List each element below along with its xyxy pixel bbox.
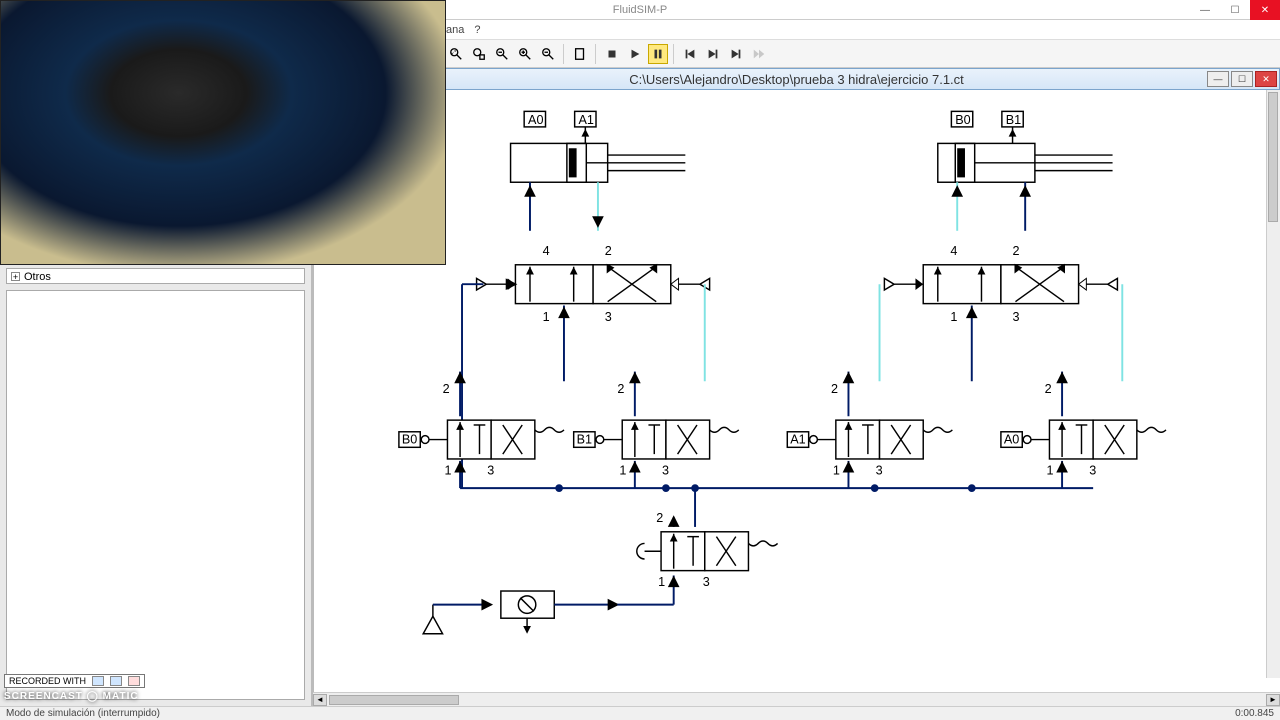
- svg-text:2: 2: [831, 382, 838, 396]
- skip-end-icon[interactable]: [726, 44, 746, 64]
- valve-3-2-B0: 2 B0 1 3: [399, 372, 564, 478]
- svg-text:1: 1: [833, 464, 840, 478]
- minimize-button[interactable]: —: [1190, 0, 1220, 20]
- step-forward-icon[interactable]: [703, 44, 723, 64]
- status-mode: Modo de simulación (interrumpido): [6, 708, 160, 719]
- horizontal-scrollbar[interactable]: ◄►: [313, 692, 1280, 706]
- cylinder-B: B0 B1: [938, 111, 1113, 182]
- maximize-button[interactable]: ☐: [1220, 0, 1250, 20]
- cyl-B-ports: [951, 182, 1031, 231]
- fast-forward-icon[interactable]: [749, 44, 769, 64]
- schematic-drawing: A0 A1 B0 B1: [314, 90, 1280, 692]
- svg-text:1: 1: [658, 575, 665, 589]
- valve-3-2-B1: 2 B1 1 3: [574, 372, 739, 478]
- svg-text:3: 3: [1089, 464, 1096, 478]
- svg-text:A1: A1: [579, 113, 594, 127]
- cylinder-A: A0 A1: [511, 111, 686, 182]
- doc-close-button[interactable]: ✕: [1255, 71, 1277, 87]
- svg-text:2: 2: [1045, 382, 1052, 396]
- skip-start-icon[interactable]: [680, 44, 700, 64]
- cyl-A-ports: [524, 182, 604, 231]
- svg-text:2: 2: [443, 382, 450, 396]
- svg-text:4: 4: [543, 244, 550, 258]
- svg-text:2: 2: [656, 511, 663, 525]
- air-source: [423, 575, 679, 633]
- svg-text:4: 4: [950, 244, 957, 258]
- stop-icon[interactable]: [602, 44, 622, 64]
- preview-panel: [6, 290, 305, 700]
- zoom-reset-icon[interactable]: [538, 44, 558, 64]
- svg-text:B1: B1: [577, 432, 592, 446]
- menu-item[interactable]: ana: [446, 24, 464, 36]
- svg-text:3: 3: [662, 464, 669, 478]
- webcam-overlay: [0, 0, 446, 265]
- svg-text:3: 3: [487, 464, 494, 478]
- svg-text:1: 1: [445, 464, 452, 478]
- doc-maximize-button[interactable]: ☐: [1231, 71, 1253, 87]
- valve-3-2-A0: 2 A0 1 3: [1001, 372, 1166, 478]
- pause-icon[interactable]: [648, 44, 668, 64]
- svg-text:B1: B1: [1006, 113, 1021, 127]
- valve-3-2-A1: 2 A1 1 3: [787, 372, 952, 478]
- tree-label: Otros: [24, 271, 51, 283]
- svg-text:1: 1: [950, 310, 957, 324]
- zoom-in-icon[interactable]: [515, 44, 535, 64]
- document-path: C:\Users\Alejandro\Desktop\prueba 3 hidr…: [629, 72, 964, 87]
- svg-text:2: 2: [1013, 244, 1020, 258]
- svg-text:A0: A0: [1004, 432, 1019, 446]
- recorder-badge: RECORDED WITH SCREENCAST ◯ MATIC: [4, 671, 145, 702]
- zoom-region-icon[interactable]: [469, 44, 489, 64]
- app-title: FluidSIM-P: [613, 4, 667, 16]
- svg-text:A0: A0: [528, 113, 543, 127]
- svg-text:1: 1: [1047, 464, 1054, 478]
- svg-text:3: 3: [605, 310, 612, 324]
- tree-item-otros[interactable]: + Otros: [6, 268, 305, 284]
- recorder-brand: SCREENCAST ◯ MATIC: [4, 691, 145, 702]
- svg-text:B0: B0: [955, 113, 970, 127]
- svg-text:2: 2: [617, 382, 624, 396]
- document-titlebar: C:\Users\Alejandro\Desktop\prueba 3 hidr…: [313, 68, 1280, 90]
- zoom-out-icon[interactable]: [492, 44, 512, 64]
- schematic-canvas[interactable]: A0 A1 B0 B1: [313, 90, 1280, 692]
- valve-3-2-start: 2 1 3: [637, 511, 778, 589]
- close-button[interactable]: ✕: [1250, 0, 1280, 20]
- svg-text:B0: B0: [402, 432, 417, 446]
- expand-icon: +: [11, 272, 20, 281]
- status-time: 0:00.845: [1235, 708, 1274, 719]
- play-icon[interactable]: [625, 44, 645, 64]
- valve-4-2-B: 4 2 1 3: [884, 244, 1117, 324]
- svg-text:3: 3: [876, 464, 883, 478]
- recorder-text: RECORDED WITH: [9, 676, 86, 686]
- statusbar: Modo de simulación (interrumpido) 0:00.8…: [0, 706, 1280, 720]
- doc-minimize-button[interactable]: —: [1207, 71, 1229, 87]
- svg-text:1: 1: [543, 310, 550, 324]
- page-icon[interactable]: [570, 44, 590, 64]
- svg-text:2: 2: [605, 244, 612, 258]
- zoom-fit-icon[interactable]: ⤢: [446, 44, 466, 64]
- svg-text:A1: A1: [790, 432, 805, 446]
- svg-text:3: 3: [1013, 310, 1020, 324]
- svg-text:1: 1: [619, 464, 626, 478]
- svg-text:3: 3: [703, 575, 710, 589]
- menu-help[interactable]: ?: [474, 24, 480, 36]
